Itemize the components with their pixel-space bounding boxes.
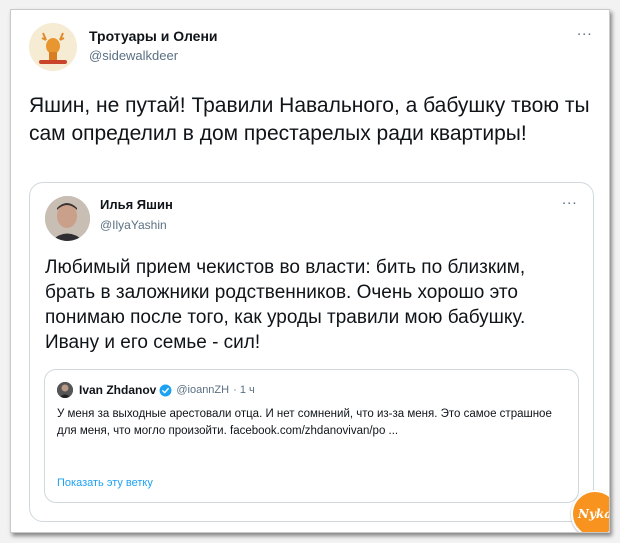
author-block: Тротуары и Олени @sidewalkdeer [89,28,218,63]
more-options-icon[interactable]: ... [577,22,593,39]
author-name[interactable]: Тротуары и Олени [89,28,218,44]
portrait-photo-icon [57,382,73,398]
nested-timestamp[interactable]: · 1 ч [233,384,255,396]
author-avatar[interactable] [29,23,77,71]
tweet-text: Яшин, не путай! Травили Навального, а ба… [29,94,590,145]
watermark-text: Nyka [577,507,610,521]
nested-author-avatar[interactable] [57,382,73,398]
verified-badge-icon [159,384,172,397]
portrait-photo-icon [45,196,90,241]
deer-logo-icon [29,23,77,71]
nested-tweet-text: У меня за выходные арестовали отца. И не… [57,408,552,437]
nested-author-row: Ivan Zhdanov @ioannZH · 1 ч [57,382,255,398]
nested-author-handle[interactable]: @ioannZH [176,384,229,396]
quoted-tweet[interactable]: Илья Яшин @IlyaYashin ... Любимый прием … [29,182,594,522]
quoted-tweet-text: Любимый прием чекистов во власти: бить п… [45,257,526,353]
quoted-author-avatar[interactable] [45,196,90,241]
quoted-author-name[interactable]: Илья Яшин [100,197,173,212]
quoted-author-handle[interactable]: @IlyaYashin [100,218,173,232]
screenshot-frame: Тротуары и Олени @sidewalkdeer ... Яшин,… [10,9,610,533]
quoted-more-options-icon[interactable]: ... [562,191,578,208]
author-handle[interactable]: @sidewalkdeer [89,48,218,63]
nested-quoted-tweet[interactable]: Ivan Zhdanov @ioannZH · 1 ч У меня за вы… [44,369,579,503]
quoted-author-block: Илья Яшин @IlyaYashin [100,197,173,232]
nested-author-name[interactable]: Ivan Zhdanov [79,383,156,397]
watermark-logo: Nyka [571,490,610,532]
show-thread-link[interactable]: Показать эту ветку [57,477,153,489]
